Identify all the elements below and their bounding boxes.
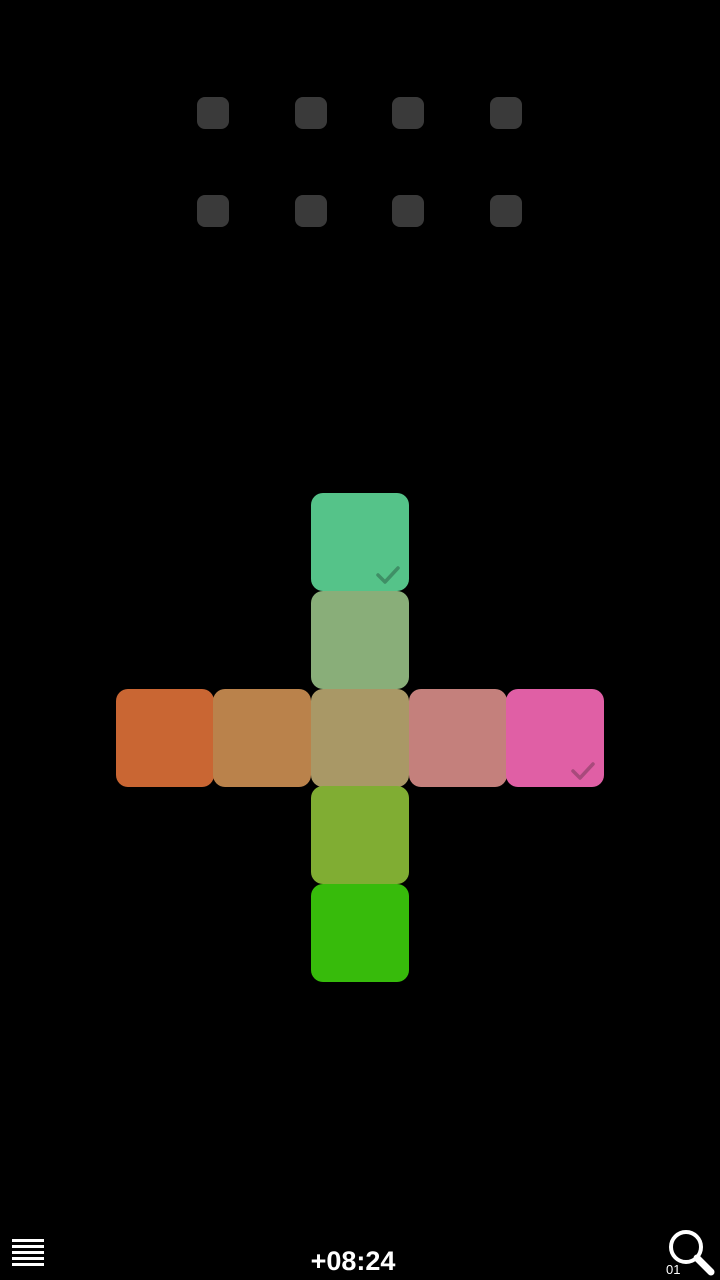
empty-slot: [197, 97, 229, 129]
color-tile-top[interactable]: [311, 493, 409, 591]
empty-slot: [197, 195, 229, 227]
color-tile-bottom[interactable]: [311, 884, 409, 982]
color-tile-left[interactable]: [213, 689, 311, 787]
color-tile-upper[interactable]: [311, 591, 409, 689]
empty-slot: [490, 195, 522, 227]
hamburger-menu-icon[interactable]: [12, 1238, 44, 1266]
empty-slot: [490, 97, 522, 129]
empty-slot: [295, 195, 327, 227]
empty-slot: [392, 195, 424, 227]
empty-slot: [392, 97, 424, 129]
color-tile-far-left[interactable]: [116, 689, 214, 787]
color-tile-center[interactable]: [311, 689, 409, 787]
color-tile-lower[interactable]: [311, 786, 409, 884]
empty-slot: [295, 97, 327, 129]
hint-button[interactable]: 01: [664, 1228, 718, 1280]
elapsed-timer: +08:24: [310, 1246, 396, 1276]
check-icon: [376, 566, 400, 584]
color-tile-right[interactable]: [409, 689, 507, 787]
hint-count: 01: [666, 1262, 681, 1277]
check-icon: [571, 762, 595, 780]
color-tile-far-right[interactable]: [506, 689, 604, 787]
